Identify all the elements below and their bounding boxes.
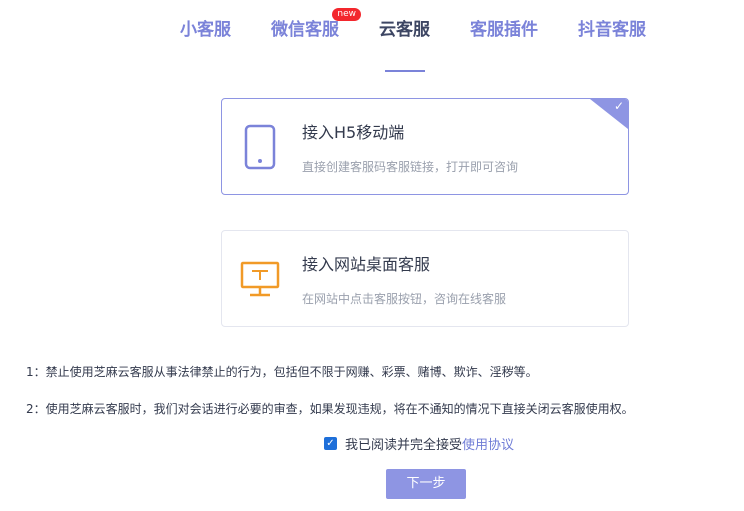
tab-bar: 小客服 微信客服 new 云客服 客服插件 抖音客服 (160, 8, 666, 60)
tab-label: 微信客服 (271, 20, 339, 40)
tab-douyin-service[interactable]: 抖音客服 (558, 14, 666, 60)
tab-cloud-service[interactable]: 云客服 (359, 14, 450, 60)
option-card-h5-mobile[interactable]: 接入H5移动端 直接创建客服码客服链接，打开即可咨询 ✓ (221, 98, 629, 195)
option-title: 接入网站桌面客服 (302, 255, 431, 274)
option-title: 接入H5移动端 (302, 123, 405, 142)
page: 小客服 微信客服 new 云客服 客服插件 抖音客服 接入H5移动端 直接创建客… (0, 0, 744, 511)
notice-line-1: 1：禁止使用芝麻云客服从事法律禁止的行为，包括但不限于网赚、彩票、赌博、欺诈、淫… (26, 365, 538, 379)
tab-label: 小客服 (180, 20, 231, 40)
agreement-checkbox[interactable]: ✓ (324, 437, 337, 450)
tab-wechat-service[interactable]: 微信客服 new (251, 8, 361, 60)
new-badge: new (332, 8, 361, 21)
tab-label: 抖音客服 (578, 20, 646, 40)
agreement-text: 我已阅读并完全接受 (345, 438, 463, 453)
option-description: 在网站中点击客服按钮，咨询在线客服 (302, 292, 507, 306)
notice-line-2: 2：使用芝麻云客服时，我们对会话进行必要的审查，如果发现违规，将在不通知的情况下… (26, 402, 634, 416)
mobile-phone-icon (240, 123, 280, 171)
next-step-button[interactable]: 下一步 (386, 469, 466, 499)
tab-mini-service[interactable]: 小客服 (160, 14, 251, 60)
tab-label: 云客服 (379, 20, 430, 40)
option-description: 直接创建客服码客服链接，打开即可咨询 (302, 160, 519, 174)
user-agreement-link[interactable]: 使用协议 (462, 434, 514, 453)
agreement-row: ✓ 我已阅读并完全接受 使用协议 (324, 434, 514, 453)
tab-service-plugin[interactable]: 客服插件 (450, 14, 558, 60)
desktop-monitor-icon (240, 255, 280, 303)
tab-label: 客服插件 (470, 20, 538, 40)
check-icon: ✓ (613, 99, 624, 113)
option-card-desktop[interactable]: 接入网站桌面客服 在网站中点击客服按钮，咨询在线客服 (221, 230, 629, 327)
